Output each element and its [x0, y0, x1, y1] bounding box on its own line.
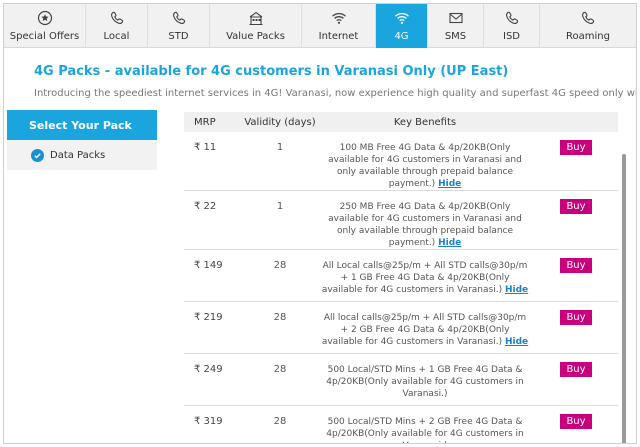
table-row: ₹ 149 28 All Local calls@25p/m + All STD…	[184, 249, 618, 302]
star-icon	[36, 10, 54, 26]
buy-button[interactable]: Buy	[560, 140, 592, 155]
scrollbar[interactable]	[622, 154, 626, 443]
column-header-validity: Validity (days)	[244, 116, 316, 128]
check-circle-icon	[31, 148, 44, 162]
tab-label: Internet	[318, 31, 359, 42]
tab-label: STD	[168, 31, 189, 42]
tab-label: Local	[103, 31, 130, 42]
packs-table-container: MRP Validity (days) Key Benefits ₹ 11 1 …	[184, 112, 618, 443]
table-header-row: MRP Validity (days) Key Benefits	[184, 112, 618, 132]
pack-selector-header: Select Your Pack	[7, 110, 157, 140]
table-row: ₹ 319 28 500 Local/STD Mins + 2 GB Free …	[184, 405, 618, 443]
cell-action: Buy	[534, 353, 618, 406]
sidebar-item-label: Data Packs	[50, 149, 106, 161]
tab-internet[interactable]: Internet	[302, 4, 376, 48]
buy-button[interactable]: Buy	[560, 310, 592, 325]
packs-table: MRP Validity (days) Key Benefits ₹ 11 1 …	[184, 112, 618, 443]
cell-action: Buy	[534, 190, 618, 250]
tab-label: 4G	[394, 31, 409, 42]
tab-4g[interactable]: 4G	[376, 4, 428, 48]
benefits-text: All local calls@25p/m + All STD calls@30…	[321, 313, 527, 347]
cell-validity: 28	[244, 353, 316, 406]
phone-icon	[503, 10, 521, 26]
phone-icon	[170, 10, 188, 26]
cell-action: Buy	[534, 249, 618, 302]
cell-validity: 28	[244, 405, 316, 443]
tab-label: Special Offers	[9, 31, 80, 42]
cell-benefits: 500 Local/STD Mins + 1 GB Free 4G Data &…	[316, 353, 534, 406]
benefits-text: 250 MB Free 4G Data & 4p/20KB(Only avail…	[328, 202, 522, 248]
tab-label: Value Packs	[226, 31, 285, 42]
benefits-text: 500 Local/STD Mins + 2 GB Free 4G Data &…	[326, 417, 524, 443]
cell-mrp: ₹ 319	[184, 405, 244, 443]
buy-button[interactable]: Buy	[560, 258, 592, 273]
wifi-icon	[393, 10, 411, 26]
hide-link[interactable]: Hide	[438, 179, 461, 189]
cell-action: Buy	[534, 301, 618, 354]
benefits-text: 100 MB Free 4G Data & 4p/20KB(Only avail…	[328, 143, 522, 189]
table-row: ₹ 219 28 All local calls@25p/m + All STD…	[184, 301, 618, 354]
tab-label: Roaming	[566, 31, 610, 42]
table-row: ₹ 22 1 250 MB Free 4G Data & 4p/20KB(Onl…	[184, 190, 618, 250]
phone-icon	[108, 10, 126, 26]
hide-link[interactable]: Hide	[505, 285, 528, 295]
cell-validity: 1	[244, 132, 316, 191]
benefits-text: 500 Local/STD Mins + 1 GB Free 4G Data &…	[326, 365, 524, 399]
building-icon	[247, 10, 265, 26]
tab-label: ISD	[503, 31, 520, 42]
tab-bar: Special Offers Local STD Value Packs Int…	[4, 4, 636, 48]
cell-mrp: ₹ 249	[184, 353, 244, 406]
cell-mrp: ₹ 22	[184, 190, 244, 250]
cell-benefits: 500 Local/STD Mins + 2 GB Free 4G Data &…	[316, 405, 534, 443]
column-header-mrp: MRP	[194, 116, 216, 128]
sidebar-item-data-packs[interactable]: Data Packs	[7, 140, 157, 170]
page-frame: Special Offers Local STD Value Packs Int…	[3, 3, 637, 444]
tab-std[interactable]: STD	[148, 4, 210, 48]
tab-value-packs[interactable]: Value Packs	[210, 4, 302, 48]
envelope-icon	[447, 10, 465, 26]
cell-benefits: All Local calls@25p/m + All STD calls@30…	[316, 249, 534, 302]
tab-local[interactable]: Local	[86, 4, 148, 48]
cell-benefits: 100 MB Free 4G Data & 4p/20KB(Only avail…	[316, 132, 534, 191]
buy-button[interactable]: Buy	[560, 199, 592, 214]
cell-validity: 1	[244, 190, 316, 250]
cell-mrp: ₹ 11	[184, 132, 244, 191]
tab-sms[interactable]: SMS	[428, 4, 484, 48]
hide-link[interactable]: Hide	[505, 337, 528, 347]
cell-mrp: ₹ 149	[184, 249, 244, 302]
cell-validity: 28	[244, 301, 316, 354]
tab-label: SMS	[444, 31, 467, 42]
cell-benefits: 250 MB Free 4G Data & 4p/20KB(Only avail…	[316, 190, 534, 250]
cell-validity: 28	[244, 249, 316, 302]
column-header-action	[534, 112, 618, 132]
cell-benefits: All local calls@25p/m + All STD calls@30…	[316, 301, 534, 354]
table-row: ₹ 11 1 100 MB Free 4G Data & 4p/20KB(Onl…	[184, 132, 618, 191]
wifi-icon	[330, 10, 348, 26]
pack-selector: Select Your Pack Data Packs	[7, 110, 157, 170]
tab-roaming[interactable]: Roaming	[540, 4, 636, 48]
cell-action: Buy	[534, 405, 618, 443]
hide-link[interactable]: Hide	[438, 238, 461, 248]
tab-special-offers[interactable]: Special Offers	[4, 4, 86, 48]
intro-text: Introducing the speediest internet servi…	[34, 88, 637, 99]
buy-button[interactable]: Buy	[560, 414, 592, 429]
tab-isd[interactable]: ISD	[484, 4, 540, 48]
column-header-benefits: Key Benefits	[393, 116, 457, 128]
cell-action: Buy	[534, 132, 618, 191]
cell-mrp: ₹ 219	[184, 301, 244, 354]
buy-button[interactable]: Buy	[560, 362, 592, 377]
benefits-text: All Local calls@25p/m + All STD calls@30…	[321, 261, 528, 295]
page-title: 4G Packs - available for 4G customers in…	[34, 64, 509, 79]
table-row: ₹ 249 28 500 Local/STD Mins + 1 GB Free …	[184, 353, 618, 406]
phone-icon	[579, 10, 597, 26]
